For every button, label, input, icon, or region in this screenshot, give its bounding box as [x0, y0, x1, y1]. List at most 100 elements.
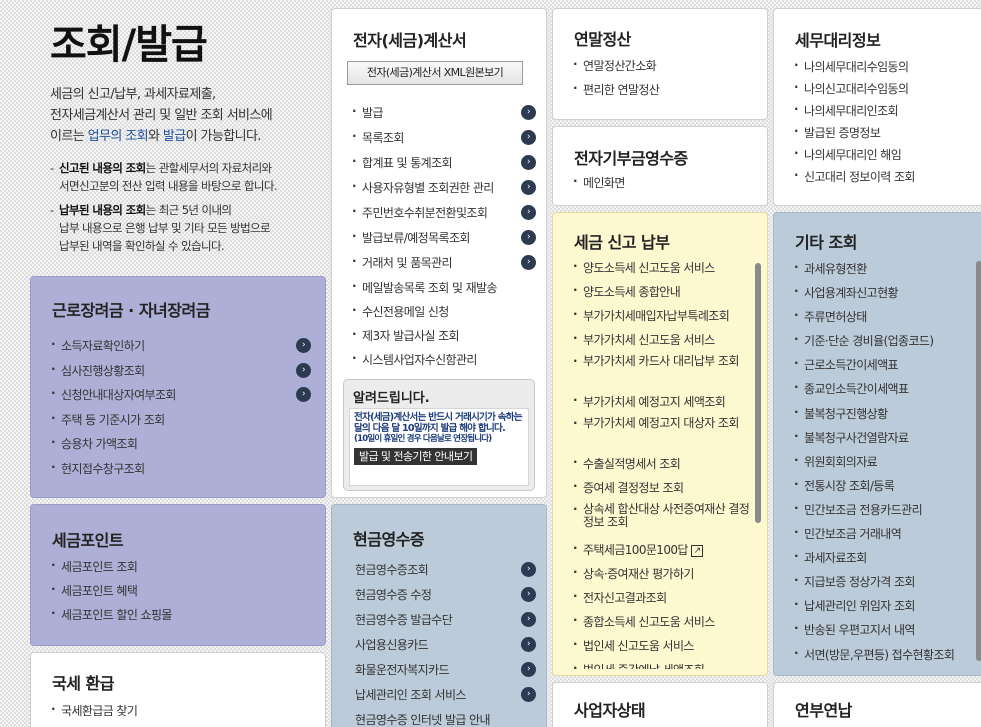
list-item[interactable]: 메일발송목록 조회 및 재발송: [352, 279, 536, 303]
filing-scroll-area[interactable]: 양도소득세 신고도움 서비스 양도소득세 종합안내 부가가치세매입자납부특례조회…: [553, 259, 763, 669]
list-item[interactable]: 과세유형전환: [794, 260, 981, 284]
list-item[interactable]: 과세자료조회: [794, 549, 981, 573]
list-item[interactable]: 현지접수창구조회: [51, 460, 311, 485]
arrow-right-icon[interactable]: ›: [521, 662, 536, 677]
list-item[interactable]: 납세관리인 조회 서비스 ›: [355, 686, 536, 711]
list-item[interactable]: 심사진행상황조회›: [51, 362, 311, 387]
list-item[interactable]: 주민번호수취분전환및조회›: [352, 204, 536, 229]
list-item[interactable]: 나의신고대리수임동의: [794, 80, 981, 102]
list-item[interactable]: 신청안내대상자여부조회›: [51, 386, 311, 411]
list-item[interactable]: 법인세 신고도움 서비스: [573, 637, 751, 661]
list-item[interactable]: 양도소득세 종합안내: [573, 283, 751, 307]
list-item[interactable]: 세금포인트 조회: [51, 558, 311, 582]
list-item[interactable]: 법인세 중간예납 세액조회: [573, 661, 751, 669]
panel-cash-receipt: 현금영수증 현금영수증조회 › 현금영수증 수정 › 현금영수증 발급수단 › 사업용…: [331, 504, 547, 727]
list-item[interactable]: 부가가치세매입자납부특례조회: [573, 307, 751, 331]
arrow-right-icon[interactable]: ›: [521, 637, 536, 652]
list-item[interactable]: 시스템사업자수신함관리: [352, 351, 536, 375]
list-item[interactable]: 종교인소득간이세액표: [794, 380, 981, 404]
list-item[interactable]: 발급보류/예정목록조회›: [352, 229, 536, 254]
list-item[interactable]: 주류면허상태: [794, 308, 981, 332]
list-item[interactable]: 위원회회의자료: [794, 453, 981, 477]
arrow-right-icon[interactable]: ›: [521, 130, 536, 145]
page-title: 조회/발급: [50, 22, 208, 68]
xml-view-button[interactable]: 전자(세금)계산서 XML원본보기: [347, 61, 523, 85]
list-item[interactable]: 세금포인트 할인 쇼핑몰: [51, 606, 311, 630]
list-item[interactable]: 상속·증여재산 평가하기: [573, 565, 751, 589]
list-item[interactable]: 반송된 우편고지서 내역: [794, 621, 981, 645]
list-item[interactable]: 메인화면: [573, 174, 763, 198]
list-item[interactable]: 불복청구진행상황: [794, 405, 981, 429]
list-item[interactable]: 승용차 가액조회: [51, 435, 311, 460]
list-item[interactable]: 민간보조금 전용카드관리: [794, 501, 981, 525]
list-item[interactable]: 부가가치세 예정고지 세액조회: [573, 393, 751, 417]
list-item[interactable]: 현금영수증조회 ›: [355, 561, 536, 586]
list-item[interactable]: 현금영수증 발급수단 ›: [355, 611, 536, 636]
arrow-right-icon[interactable]: ›: [521, 105, 536, 120]
list-item[interactable]: 나의세무대리인조회: [794, 102, 981, 124]
list-item[interactable]: 상속세 합산대상 사전증여재산 결정정보 조회: [573, 503, 751, 541]
list-item[interactable]: 사업용계좌신고현황: [794, 284, 981, 308]
arrow-right-icon[interactable]: ›: [521, 687, 536, 702]
list-item[interactable]: 증여세 결정정보 조회: [573, 479, 751, 503]
panel-tax-agent-info: 세무대리정보 나의세무대리수임동의 나의신고대리수임동의 나의세무대리인조회 발…: [773, 8, 981, 206]
arrow-right-icon[interactable]: ›: [521, 612, 536, 627]
list-item[interactable]: 발급된 증명정보: [794, 124, 981, 146]
arrow-right-icon[interactable]: ›: [521, 230, 536, 245]
list-item[interactable]: 발급›: [352, 104, 536, 129]
arrow-right-icon[interactable]: ›: [521, 155, 536, 170]
list-item[interactable]: 편리한 연말정산: [573, 81, 763, 105]
list-item[interactable]: 사업용신용카드 ›: [355, 636, 536, 661]
cash-list: 현금영수증조회 › 현금영수증 수정 › 현금영수증 발급수단 › 사업용신용카드 › …: [355, 561, 536, 727]
arrow-right-icon[interactable]: ›: [521, 255, 536, 270]
panel-title: 세금포인트: [52, 531, 124, 550]
list-item[interactable]: 수출실적명세서 조회: [573, 455, 751, 479]
list-item[interactable]: 합계표 및 통계조회›: [352, 154, 536, 179]
list-item[interactable]: 근로소득간이세액표: [794, 356, 981, 380]
list-item[interactable]: 세금포인트 혜택: [51, 582, 311, 606]
deadline-guide-button[interactable]: 발급 및 전송기한 안내보기: [354, 448, 478, 465]
list-item[interactable]: 양도소득세 신고도움 서비스: [573, 259, 751, 283]
arrow-right-icon[interactable]: ›: [296, 338, 311, 353]
list-item[interactable]: 민간보조금 거래내역: [794, 525, 981, 549]
list-item[interactable]: 국세환급금 찾기: [51, 702, 311, 726]
list-item[interactable]: 현금영수증 인터넷 발급 안내: [355, 711, 536, 727]
list-item[interactable]: 기준·단순 경비율(업종코드): [794, 332, 981, 356]
list-item[interactable]: 부가가치세 카드사 대리납부 조회: [573, 355, 751, 393]
list-item[interactable]: 전통시장 조회/등록: [794, 477, 981, 501]
list-item[interactable]: 화물운전자복지카드 ›: [355, 661, 536, 686]
other-scrollbar[interactable]: [976, 261, 981, 661]
intro-section: 조회/발급 세금의 신고/납부, 과세자료제출, 전자세금계산서 관리 및 일반…: [50, 20, 325, 255]
list-item[interactable]: 부가가치세 신고도움 서비스: [573, 331, 751, 355]
list-item[interactable]: 종합소득세 신고도움 서비스: [573, 613, 751, 637]
list-item[interactable]: 소득자료확인하기›: [51, 337, 311, 362]
list-item[interactable]: 전자신고결과조회: [573, 589, 751, 613]
list-item[interactable]: 수신전용메일 신청: [352, 303, 536, 327]
list-item[interactable]: 현금영수증 수정 ›: [355, 586, 536, 611]
list-item[interactable]: 목록조회›: [352, 129, 536, 154]
panel-title: 근로장려금 · 자녀장려금: [52, 301, 210, 320]
list-item[interactable]: 나의세무대리인 해임: [794, 146, 981, 168]
list-item[interactable]: 주택 등 기준시가 조회: [51, 411, 311, 436]
arrow-right-icon[interactable]: ›: [521, 587, 536, 602]
list-item[interactable]: 나의세무대리수임동의: [794, 58, 981, 80]
list-item[interactable]: 불복청구사건열람자료: [794, 429, 981, 453]
list-item[interactable]: 부가가치세 예정고지 대상자 조회: [573, 417, 751, 455]
arrow-right-icon[interactable]: ›: [296, 362, 311, 378]
filing-scrollbar[interactable]: [755, 263, 761, 523]
arrow-right-icon[interactable]: ›: [521, 180, 536, 195]
list-item[interactable]: 신고대리 정보이력 조회: [794, 168, 981, 190]
list-item[interactable]: 서면(방문,우편등) 접수현황조회: [794, 646, 981, 670]
list-item[interactable]: 연말정산간소화: [573, 57, 763, 81]
list-item[interactable]: 지급보증 정상가격 조회: [794, 573, 981, 597]
list-item[interactable]: 주택세금100문100답 ↗: [573, 541, 751, 565]
list-item[interactable]: 제3자 발급사실 조회: [352, 327, 536, 351]
panel-annual-installment: 연부연납: [773, 682, 981, 727]
arrow-right-icon[interactable]: ›: [521, 562, 536, 577]
list-item[interactable]: 거래처 및 품목관리›: [352, 254, 536, 279]
arrow-right-icon[interactable]: ›: [296, 387, 311, 402]
list-item[interactable]: 사용자유형별 조회권한 관리›: [352, 179, 536, 204]
arrow-right-icon[interactable]: ›: [521, 205, 536, 220]
list-item[interactable]: 납세관리인 위임자 조회: [794, 597, 981, 621]
external-link-icon[interactable]: ↗: [691, 544, 704, 557]
